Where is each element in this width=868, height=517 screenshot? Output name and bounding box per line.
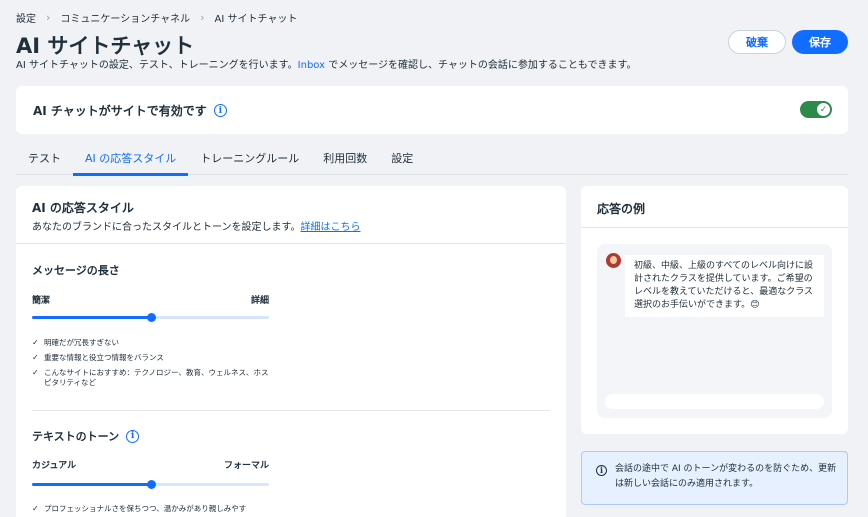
list-item: ✓ こんなサイトにおすすめ：テクノロジー、教育、ウェルネス、ホスピタリティなど: [32, 368, 272, 388]
bullet-text: こんなサイトにおすすめ：テクノロジー、教育、ウェルネス、ホスピタリティなど: [44, 368, 269, 387]
info-icon: i: [596, 465, 607, 476]
style-card-title: AI の応答スタイル: [32, 201, 134, 215]
info-note: i 会話の途中で AI のトーンが変わるのを防ぐため、更新は新しい会話にのみ適用…: [581, 451, 848, 505]
enable-toggle[interactable]: ✓: [800, 101, 832, 118]
tone-title-row: テキストのトーン i: [32, 428, 140, 444]
discard-button[interactable]: 破棄: [728, 30, 786, 54]
note-text: 会話の途中で AI のトーンが変わるのを防ぐため、更新は新しい会話にのみ適用され…: [615, 464, 837, 489]
check-icon: ✓: [32, 368, 39, 377]
tone-slider-thumb[interactable]: [146, 480, 156, 489]
style-card-desc: あなたのブランドに合ったスタイルとトーンを設定します。詳細はこちら: [32, 218, 550, 233]
breadcrumb-item-settings[interactable]: 設定: [16, 10, 36, 25]
tab-usage[interactable]: 利用回数: [311, 140, 379, 175]
length-title: メッセージの長さ: [32, 264, 120, 277]
tone-bullets: ✓ プロフェッショナルさを保ちつつ、温かみがあり親しみやす: [32, 504, 272, 517]
style-card-desc-text: あなたのブランドに合ったスタイルとトーンを設定します。: [32, 222, 301, 233]
chat-preview: 初級、中級、上級のすべてのレベル向けに設計されたクラスを提供しています。ご希望の…: [597, 244, 832, 418]
breadcrumb-item-channels[interactable]: コミュニケーションチャネル: [60, 10, 190, 25]
example-card-title: 応答の例: [581, 186, 848, 228]
breadcrumb: 設定 › コミュニケーションチャネル › AI サイトチャット: [16, 10, 297, 25]
length-min-label: 簡潔: [32, 296, 51, 306]
divider: [32, 410, 550, 411]
tab-bar: テスト AI の応答スタイル トレーニングルール 利用回数 設定: [16, 140, 848, 176]
example-card: 応答の例 初級、中級、上級のすべてのレベル向けに設計されたクラスを提供しています…: [581, 186, 848, 434]
check-icon: ✓: [817, 103, 830, 116]
length-max-label: 詳細: [250, 296, 269, 306]
info-icon[interactable]: i: [213, 104, 227, 117]
enable-label: AI チャットがサイトで有効です: [33, 104, 207, 118]
style-card-header: AI の応答スタイル あなたのブランドに合ったスタイルとトーンを設定します。詳細…: [16, 186, 566, 244]
enable-card: AI チャットがサイトで有効です i ✓: [16, 86, 848, 134]
tab-settings[interactable]: 設定: [379, 140, 425, 175]
list-item: ✓ プロフェッショナルさを保ちつつ、温かみがあり親しみやす: [32, 504, 272, 514]
style-card: AI の応答スタイル あなたのブランドに合ったスタイルとトーンを設定します。詳細…: [16, 186, 566, 517]
bullet-text: 明確だが冗長すぎない: [44, 338, 119, 347]
length-slider-thumb[interactable]: [146, 313, 156, 322]
save-button[interactable]: 保存: [792, 30, 848, 54]
tone-title: テキストのトーン: [32, 430, 120, 443]
tab-test[interactable]: テスト: [16, 140, 73, 175]
bullet-text: プロフェッショナルさを保ちつつ、温かみがあり親しみやす: [44, 504, 247, 513]
inbox-link[interactable]: Inbox: [298, 60, 325, 71]
length-bullets: ✓ 明確だが冗長すぎない ✓ 重要な情報と役立つ情報をバランス ✓ こんなサイトにおす…: [32, 338, 272, 393]
avatar: [606, 253, 621, 268]
bullet-text: 重要な情報と役立つ情報をバランス: [44, 353, 164, 362]
info-icon[interactable]: i: [126, 429, 140, 443]
length-slider-fill: [32, 316, 151, 319]
list-item: ✓ 重要な情報と役立つ情報をバランス: [32, 353, 272, 363]
length-labels: 簡潔 詳細: [32, 293, 269, 306]
tone-min-label: カジュアル: [32, 461, 77, 471]
enable-row: AI チャットがサイトで有効です i: [33, 102, 227, 119]
check-icon: ✓: [32, 338, 39, 347]
check-icon: ✓: [32, 504, 39, 513]
chevron-right-icon: ›: [200, 11, 205, 24]
list-item: ✓ 明確だが冗長すぎない: [32, 338, 272, 348]
breadcrumb-item-current: AI サイトチャット: [214, 14, 298, 25]
chevron-right-icon: ›: [46, 11, 51, 24]
subtitle-text-end: でメッセージを確認し、チャットの会話に参加することもできます。: [325, 60, 637, 71]
chat-input: [605, 394, 824, 409]
tone-slider[interactable]: [32, 480, 269, 489]
check-icon: ✓: [32, 353, 39, 362]
tone-slider-fill: [32, 483, 151, 486]
learn-more-link[interactable]: 詳細はこちら: [301, 222, 361, 233]
tone-max-label: フォーマル: [223, 461, 269, 471]
page-subtitle: AI サイトチャットの設定、テスト、トレーニングを行います。Inbox でメッセ…: [16, 56, 637, 71]
tab-training-rules[interactable]: トレーニングルール: [188, 140, 311, 175]
tab-ai-style[interactable]: AI の応答スタイル: [73, 140, 189, 176]
tone-labels: カジュアル フォーマル: [32, 458, 269, 471]
chat-bubble: 初級、中級、上級のすべてのレベル向けに設計されたクラスを提供しています。ご希望の…: [625, 255, 824, 317]
length-slider[interactable]: [32, 313, 269, 322]
subtitle-text: AI サイトチャットの設定、テスト、トレーニングを行います。: [16, 60, 298, 71]
